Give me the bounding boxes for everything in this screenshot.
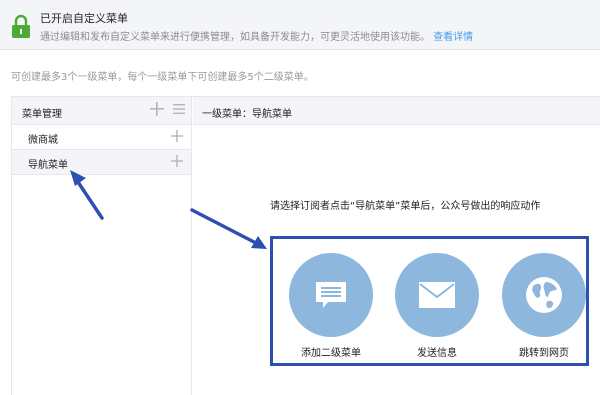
menu-item-navigation[interactable]: 导航菜单 (12, 150, 191, 175)
notice-description: 通过编辑和发布自定义菜单来进行便携管理，如具备开发能力，可更灵活地使用该功能。 … (40, 28, 473, 43)
add-submenu-icon[interactable] (171, 155, 183, 167)
action-circle (395, 253, 479, 337)
menu-item-weishangcheng[interactable]: 微商城 (12, 125, 191, 150)
action-label: 添加二级菜单 (301, 348, 361, 359)
jump-to-webpage-action[interactable]: 跳转到网页 (502, 253, 586, 363)
send-message-action[interactable]: 发送信息 (395, 253, 479, 363)
menu-item-label: 微商城 (28, 135, 58, 146)
status-notice: 已开启自定义菜单 通过编辑和发布自定义菜单来进行便携管理，如具备开发能力，可更灵… (0, 0, 600, 50)
sort-menu-icon[interactable] (171, 101, 187, 117)
add-menu-icon[interactable] (149, 101, 165, 117)
notice-title: 已开启自定义菜单 (40, 12, 128, 25)
submenu-icon (316, 282, 346, 308)
add-submenu-action[interactable]: 添加二级菜单 (289, 253, 373, 363)
view-details-link[interactable]: 查看详情 (433, 32, 473, 43)
action-circle (502, 253, 586, 337)
action-label: 发送信息 (417, 348, 457, 359)
action-prompt: 请选择订阅者点击“导航菜单”菜单后，公众号做出的响应动作 (270, 201, 541, 212)
add-submenu-icon[interactable] (171, 130, 183, 142)
action-options: 添加二级菜单 发送信息 跳转到网页 (270, 236, 589, 366)
notice-description-text: 通过编辑和发布自定义菜单来进行便携管理，如具备开发能力，可更灵活地使用该功能。 (40, 32, 430, 43)
sidebar-header: 菜单管理 (12, 97, 191, 125)
action-label: 跳转到网页 (519, 348, 569, 359)
globe-icon (526, 277, 562, 313)
action-circle (289, 253, 373, 337)
main-header-title: 一级菜单：导航菜单 (202, 109, 292, 120)
lock-icon (12, 14, 30, 38)
menu-limit-tip: 可创建最多3个一级菜单，每个一级菜单下可创建最多5个二级菜单。 (11, 72, 314, 83)
main-header: 一级菜单：导航菜单 (193, 97, 600, 125)
envelope-icon (419, 282, 455, 308)
menu-sidebar: 菜单管理 微商城 导航菜单 (11, 97, 192, 395)
menu-item-label: 导航菜单 (28, 160, 68, 171)
sidebar-title: 菜单管理 (22, 109, 62, 120)
